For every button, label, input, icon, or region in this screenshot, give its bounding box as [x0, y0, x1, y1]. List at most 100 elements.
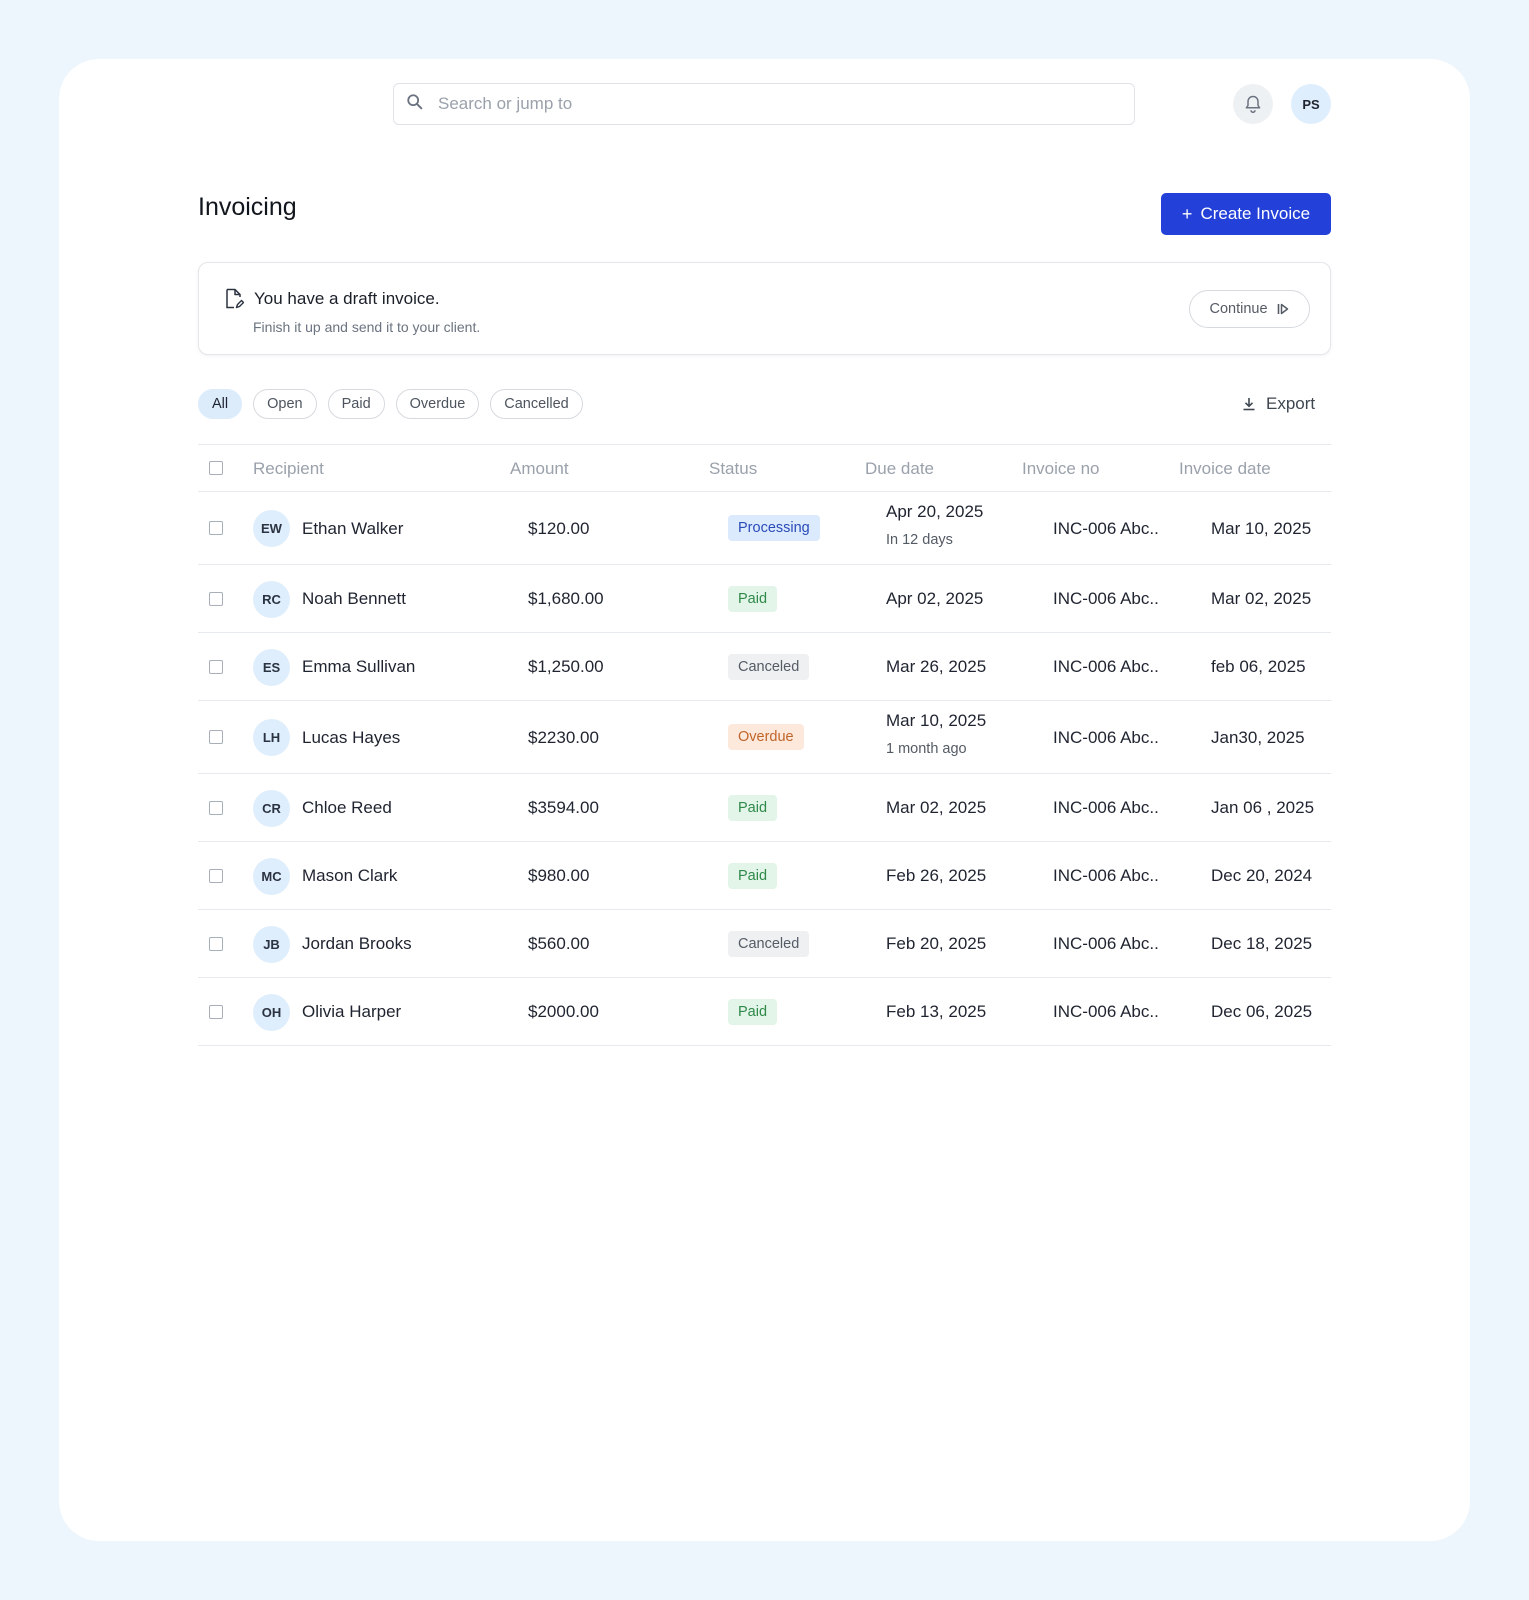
recipient-name: Olivia Harper	[302, 1002, 402, 1021]
amount: $560.00	[528, 934, 590, 953]
row-checkbox[interactable]	[209, 659, 223, 674]
amount: $3594.00	[528, 798, 599, 817]
status-badge: Paid	[728, 998, 778, 1025]
invoice-date: Jan 06 , 2025	[1211, 798, 1315, 817]
status-filter-chips: All Open Paid Overdue Cancelled	[198, 389, 583, 419]
amount: $980.00	[528, 866, 590, 885]
draft-invoice-banner: You have a draft invoice. Finish it up a…	[198, 262, 1331, 355]
filter-chip-open[interactable]: Open	[253, 389, 317, 419]
search-bar[interactable]	[393, 83, 1135, 125]
filter-chip-overdue[interactable]: Overdue	[395, 389, 480, 419]
invoice-date: Dec 06, 2025	[1211, 1002, 1313, 1021]
invoice-number: INC-006 Abc..	[1053, 727, 1159, 747]
status-badge: Canceled	[728, 930, 810, 957]
column-recipient[interactable]: Recipient	[253, 459, 324, 479]
recipient-name: Chloe Reed	[302, 798, 392, 817]
recipient-avatar: LH	[253, 719, 290, 756]
amount: $120.00	[528, 518, 590, 538]
recipient-avatar: ES	[253, 648, 290, 686]
table-row[interactable]: CR Chloe Reed $3594.00 Paid Mar 02, 2025 INC-…	[198, 774, 1331, 842]
table-header: Recipient Amount Status Due date Invoice…	[198, 444, 1331, 492]
row-checkbox[interactable]	[209, 521, 223, 535]
invoice-number: INC-006 Abc..	[1053, 934, 1159, 953]
row-checkbox[interactable]	[209, 936, 223, 951]
table-row[interactable]: JB Jordan Brooks $560.00 Canceled Feb 20, 20…	[198, 910, 1331, 978]
invoice-number: INC-006 Abc..	[1053, 798, 1159, 817]
row-checkbox[interactable]	[209, 730, 223, 744]
invoice-number: INC-006 Abc..	[1053, 589, 1159, 608]
table-row[interactable]: EW Ethan Walker $120.00 Processing Apr 20, 2…	[198, 492, 1331, 565]
table-body: EW Ethan Walker $120.00 Processing Apr 20, 2…	[198, 492, 1331, 1046]
recipient-name: Emma Sullivan	[302, 657, 416, 676]
invoice-date: Jan30, 2025	[1211, 727, 1305, 747]
continue-button[interactable]: Continue	[1189, 290, 1310, 328]
draft-title: You have a draft invoice.	[254, 289, 440, 308]
app-background: PS Invoicing + Create Invoice You have a…	[0, 0, 1529, 1600]
bell-icon	[1245, 95, 1261, 114]
table-row[interactable]: OH Olivia Harper $2000.00 Paid Feb 13, 2025 I…	[198, 978, 1331, 1046]
status-badge: Overdue	[728, 724, 804, 750]
search-input[interactable]	[438, 94, 1098, 114]
due-date: Mar 02, 2025	[886, 798, 987, 817]
recipient-name: Mason Clark	[302, 866, 398, 885]
invoice-date: feb 06, 2025	[1211, 657, 1306, 676]
download-icon	[1243, 398, 1255, 411]
recipient-avatar: RC	[253, 580, 290, 618]
row-checkbox[interactable]	[209, 800, 223, 815]
row-checkbox[interactable]	[209, 1004, 223, 1019]
recipient-name: Lucas Hayes	[302, 727, 401, 747]
column-invoice-date[interactable]: Invoice date	[1179, 459, 1271, 479]
draft-subtitle: Finish it up and send it to your client.	[253, 319, 481, 335]
recipient-avatar: MC	[253, 857, 290, 895]
due-date: Mar 26, 2025	[886, 657, 987, 676]
due-date: Feb 20, 2025	[886, 934, 987, 953]
invoice-date: Dec 20, 2024	[1211, 866, 1313, 885]
table-row[interactable]: LH Lucas Hayes $2230.00 Overdue Mar 10, 2025…	[198, 701, 1331, 774]
due-date: Mar 10, 2025	[886, 710, 987, 730]
table-row[interactable]: ES Emma Sullivan $1,250.00 Canceled Mar 26, …	[198, 633, 1331, 701]
filter-chip-paid[interactable]: Paid	[327, 389, 385, 419]
status-badge: Processing	[728, 515, 820, 541]
play-next-icon	[1277, 303, 1288, 315]
create-invoice-button[interactable]: + Create Invoice	[1161, 193, 1331, 235]
recipient-name: Noah Bennett	[302, 589, 406, 608]
row-checkbox[interactable]	[209, 591, 223, 606]
recipient-avatar: CR	[253, 789, 290, 827]
amount: $2000.00	[528, 1002, 599, 1021]
invoice-date: Mar 10, 2025	[1211, 518, 1312, 538]
recipient-avatar: JB	[253, 925, 290, 963]
filter-chip-all[interactable]: All	[198, 389, 243, 419]
row-checkbox[interactable]	[209, 868, 223, 883]
invoice-date: Dec 18, 2025	[1211, 934, 1313, 953]
create-invoice-label: Create Invoice	[1200, 204, 1311, 223]
invoice-number: INC-006 Abc..	[1053, 866, 1159, 885]
main-panel: PS Invoicing + Create Invoice You have a…	[59, 59, 1470, 1541]
amount: $1,680.00	[528, 589, 604, 608]
invoice-table: Recipient Amount Status Due date Invoice…	[198, 444, 1331, 1046]
recipient-name: Jordan Brooks	[302, 934, 412, 953]
column-amount[interactable]: Amount	[510, 459, 569, 479]
due-relative: 1 month ago	[886, 740, 967, 757]
table-row[interactable]: MC Mason Clark $980.00 Paid Feb 26, 2025 INC-…	[198, 842, 1331, 910]
table-row[interactable]: RC Noah Bennett $1,680.00 Paid Apr 02, 2025 I…	[198, 565, 1331, 633]
amount: $1,250.00	[528, 657, 604, 676]
recipient-avatar: EW	[253, 510, 290, 547]
column-due-date[interactable]: Due date	[865, 459, 934, 479]
filter-chip-cancelled[interactable]: Cancelled	[490, 389, 583, 419]
user-avatar[interactable]: PS	[1291, 84, 1331, 124]
invoice-number: INC-006 Abc..	[1053, 657, 1159, 676]
search-icon	[406, 93, 424, 116]
plus-icon: +	[1181, 203, 1193, 224]
amount: $2230.00	[528, 727, 599, 747]
column-invoice-no[interactable]: Invoice no	[1022, 459, 1100, 479]
export-button[interactable]: Export	[1242, 392, 1315, 416]
recipient-avatar: OH	[253, 993, 290, 1031]
select-all-checkbox[interactable]	[209, 461, 223, 475]
recipient-name: Ethan Walker	[302, 518, 404, 538]
due-date: Feb 26, 2025	[886, 866, 987, 885]
notifications-button[interactable]	[1233, 84, 1273, 124]
continue-label: Continue	[1209, 301, 1268, 317]
column-status[interactable]: Status	[709, 459, 757, 479]
invoice-date: Mar 02, 2025	[1211, 589, 1312, 608]
due-date: Feb 13, 2025	[886, 1002, 987, 1021]
